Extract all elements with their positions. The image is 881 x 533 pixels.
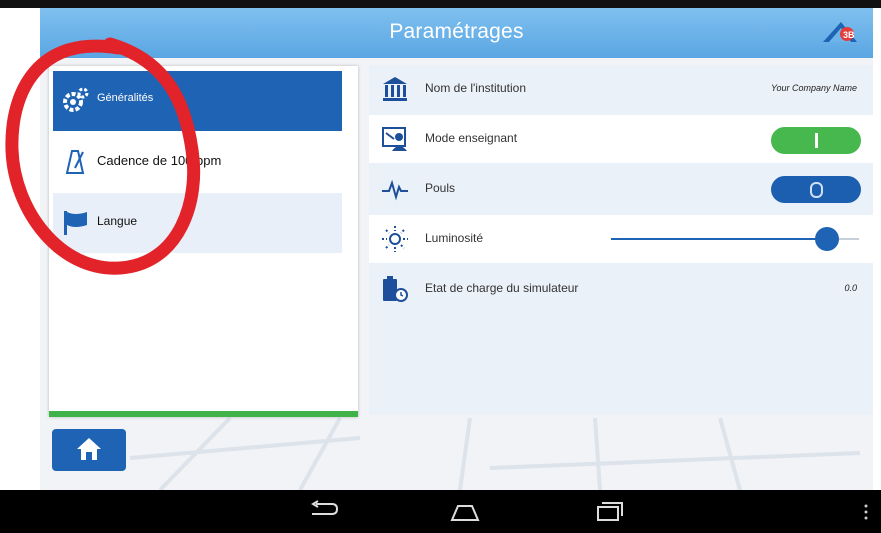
setting-label: Etat de charge du simulateur bbox=[425, 281, 579, 295]
home-nav-icon[interactable] bbox=[448, 500, 482, 524]
back-icon[interactable] bbox=[306, 500, 340, 524]
gear-icon bbox=[63, 87, 89, 112]
pulse-icon bbox=[382, 179, 408, 201]
home-button[interactable] bbox=[52, 429, 126, 471]
setting-row-pulse: Pouls bbox=[369, 165, 873, 213]
setting-row-brightness: Luminosité bbox=[369, 215, 873, 263]
metronome-icon bbox=[65, 150, 85, 174]
brand-logo: 3B bbox=[823, 22, 857, 42]
slider-thumb[interactable] bbox=[815, 227, 839, 251]
settings-list: Nom de l'institution Your Company Name M… bbox=[369, 65, 873, 415]
sidebar-item-label: Généralités bbox=[97, 92, 154, 104]
sidebar-item-cadence[interactable]: Cadence de 100 bpm bbox=[53, 132, 342, 192]
app-window: Paramétrages 3B Généralités Cadence de 1… bbox=[40, 8, 873, 490]
sidebar-item-label: Langue bbox=[97, 214, 138, 228]
battery-value: 0.0 bbox=[844, 283, 857, 293]
app-header: Paramétrages 3B bbox=[40, 8, 873, 58]
brightness-icon bbox=[382, 226, 408, 252]
teacher-icon bbox=[382, 127, 407, 151]
panel-accent-bar bbox=[49, 411, 358, 417]
setting-label: Mode enseignant bbox=[425, 131, 518, 145]
sidebar-item-langue[interactable]: Langue bbox=[53, 193, 342, 253]
teacher-mode-toggle[interactable] bbox=[771, 127, 861, 154]
setting-label: Nom de l'institution bbox=[425, 81, 527, 95]
setting-label: Luminosité bbox=[425, 231, 484, 245]
recents-icon[interactable] bbox=[591, 500, 625, 524]
settings-category-panel: Généralités Cadence de 100 bpm Langue bbox=[49, 66, 358, 417]
svg-text:3B: 3B bbox=[843, 30, 855, 40]
pulse-toggle[interactable] bbox=[771, 176, 861, 203]
setting-row-teacher-mode: Mode enseignant bbox=[369, 115, 873, 163]
menu-dots-icon[interactable] bbox=[864, 504, 868, 520]
sidebar-item-generalites[interactable]: Généralités bbox=[53, 71, 342, 131]
system-navigation-bar bbox=[0, 490, 881, 533]
page-title: Paramétrages bbox=[389, 20, 524, 43]
home-icon bbox=[77, 438, 101, 460]
institution-name-value: Your Company Name bbox=[770, 83, 857, 93]
flag-icon bbox=[64, 211, 87, 235]
institution-icon bbox=[383, 77, 407, 101]
battery-icon bbox=[383, 276, 408, 302]
setting-label: Pouls bbox=[425, 181, 456, 195]
brightness-slider[interactable] bbox=[611, 227, 859, 251]
setting-row-battery: Etat de charge du simulateur 0.0 bbox=[369, 265, 873, 313]
setting-row-institution[interactable]: Nom de l'institution Your Company Name bbox=[369, 65, 873, 113]
sidebar-item-label: Cadence de 100 bpm bbox=[97, 153, 222, 168]
